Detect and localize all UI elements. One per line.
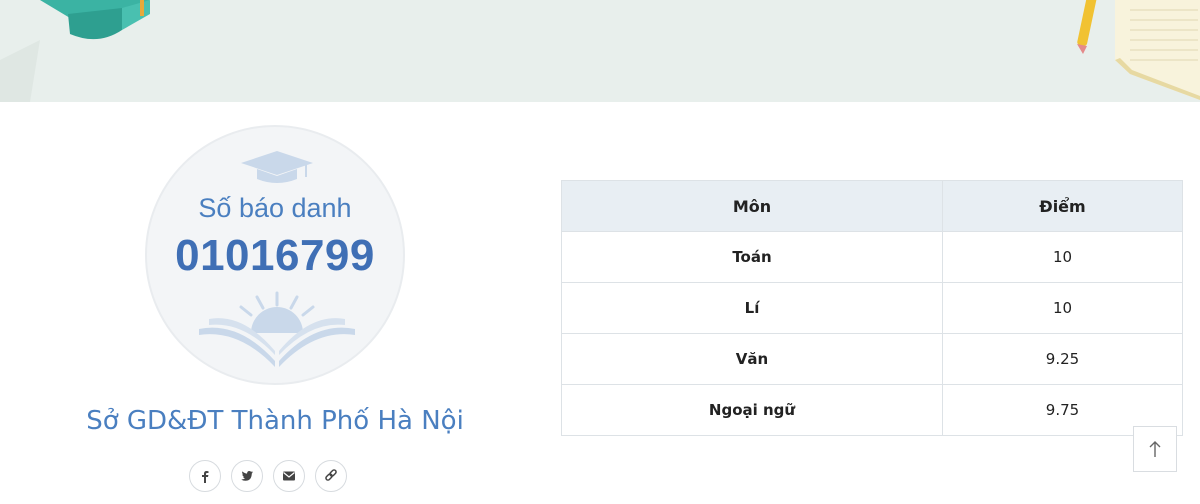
table-header-row: Môn Điểm bbox=[561, 180, 1183, 232]
twitter-icon bbox=[241, 471, 253, 481]
registration-badge: Số báo danh 01016799 bbox=[145, 125, 405, 385]
graduation-cap-icon bbox=[0, 0, 150, 102]
arrow-up-icon bbox=[1149, 441, 1161, 457]
facebook-share-button[interactable] bbox=[189, 460, 221, 492]
table-row: Toán 10 bbox=[561, 231, 1183, 283]
back-to-top-button[interactable] bbox=[1133, 426, 1177, 472]
envelope-icon bbox=[283, 471, 295, 481]
twitter-share-button[interactable] bbox=[231, 460, 263, 492]
share-bar bbox=[189, 460, 347, 492]
score-table: Môn Điểm Toán 10 Lí 10 Văn 9.25 Ngoại ng… bbox=[561, 180, 1183, 436]
header-banner bbox=[0, 0, 1200, 102]
email-share-button[interactable] bbox=[273, 460, 305, 492]
candidate-profile: Số báo danh 01016799 Sở GD&ĐT Thành Phố … bbox=[60, 122, 490, 504]
facebook-icon bbox=[202, 471, 209, 483]
score-cell: 10 bbox=[942, 231, 1183, 283]
table-row: Lí 10 bbox=[561, 282, 1183, 334]
link-icon bbox=[325, 469, 337, 481]
subject-cell: Ngoại ngữ bbox=[561, 384, 943, 436]
table-row: Ngoại ngữ 9.75 bbox=[561, 384, 1183, 436]
department-name: Sở GD&ĐT Thành Phố Hà Nội bbox=[86, 406, 464, 436]
subject-cell: Văn bbox=[561, 333, 943, 385]
table-row: Văn 9.25 bbox=[561, 333, 1183, 385]
registration-label: Số báo danh bbox=[198, 193, 352, 223]
subject-cell: Lí bbox=[561, 282, 943, 334]
score-cell: 9.25 bbox=[942, 333, 1183, 385]
column-header-subject: Môn bbox=[561, 180, 943, 232]
column-header-score: Điểm bbox=[942, 180, 1183, 232]
graduation-cap-icon bbox=[241, 151, 313, 183]
registration-number: 01016799 bbox=[175, 231, 375, 280]
book-pencil-icon bbox=[1077, 0, 1200, 100]
score-cell: 10 bbox=[942, 282, 1183, 334]
subject-cell: Toán bbox=[561, 231, 943, 283]
copy-link-button[interactable] bbox=[315, 460, 347, 492]
open-book-sunrise-icon bbox=[199, 291, 355, 367]
